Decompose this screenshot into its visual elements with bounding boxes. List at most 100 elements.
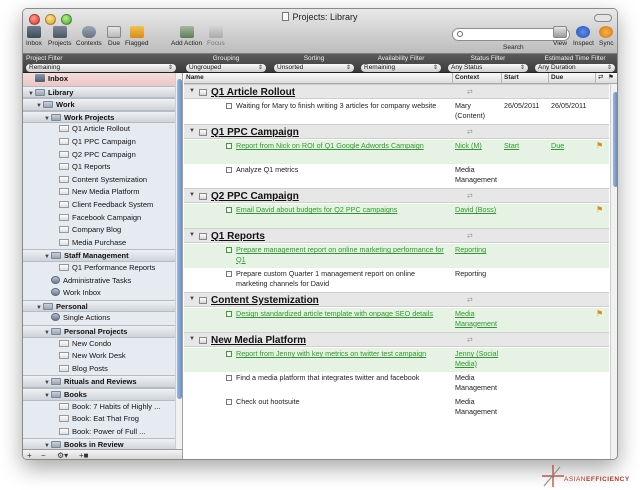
action-name[interactable]: Report from Nick on ROI of Q1 Google Adw… xyxy=(236,141,446,151)
action-context[interactable]: Reporting xyxy=(455,269,499,279)
status-filter[interactable]: Status Filter Any Status xyxy=(448,55,528,72)
action-start-date[interactable]: Start xyxy=(504,141,548,151)
status-select[interactable]: Any Status xyxy=(448,64,528,72)
sorting-select[interactable]: Unsorted xyxy=(274,64,354,72)
projects-toolbar-button[interactable]: Projects xyxy=(48,26,71,47)
action-context[interactable]: Nick (M) xyxy=(455,141,499,151)
add-folder-button[interactable]: +■ xyxy=(79,450,89,459)
action-checkbox[interactable] xyxy=(226,271,232,277)
sidebar-item-blog-posts[interactable]: Blog Posts xyxy=(23,363,175,376)
drag-handle-icon[interactable]: ⇄ xyxy=(467,192,473,200)
sidebar-item-q2-ppc-campaign[interactable]: Q2 PPC Campaign xyxy=(23,149,175,162)
sidebar-item-rituals-and-reviews[interactable]: ▼ Rituals and Reviews xyxy=(23,375,175,388)
action-checkbox[interactable] xyxy=(226,351,232,357)
sidebar-item-personal-projects[interactable]: ▼ Personal Projects xyxy=(23,325,175,338)
action-row[interactable]: Email David about budgets for Q2 PPC cam… xyxy=(184,204,609,228)
project-row[interactable]: ▼ Q1 PPC Campaign ⇄ xyxy=(184,124,609,139)
action-name[interactable]: Prepare custom Quarter 1 management repo… xyxy=(236,269,446,288)
remove-item-button[interactable]: − xyxy=(41,450,46,459)
action-checkbox[interactable] xyxy=(226,103,232,109)
drag-handle-icon[interactable]: ⇄ xyxy=(467,128,473,136)
project-title[interactable]: New Media Platform xyxy=(211,333,306,348)
sidebar-item-books[interactable]: ▼ Books xyxy=(23,388,175,401)
action-row[interactable]: Report from Nick on ROI of Q1 Google Adw… xyxy=(184,140,609,164)
drag-handle-icon[interactable]: ⇄ xyxy=(467,296,473,304)
sidebar-scroll-thumb[interactable] xyxy=(177,79,182,399)
grouping-filter[interactable]: Grouping Ungrouped xyxy=(186,55,266,72)
time-filter[interactable]: Estimated Time Filter Any Duration xyxy=(535,55,615,72)
action-due-date[interactable]: Due xyxy=(551,141,595,151)
grouping-select[interactable]: Ungrouped xyxy=(186,64,266,72)
drag-handle-icon[interactable]: ⇄ xyxy=(467,336,473,344)
action-row[interactable]: Find a media platform that integrates tw… xyxy=(184,372,609,396)
project-title[interactable]: Q1 PPC Campaign xyxy=(211,125,299,140)
action-start-date[interactable]: 26/05/2011 xyxy=(504,101,548,111)
time-select[interactable]: Any Duration xyxy=(535,64,615,72)
sidebar-item-new-condo[interactable]: New Condo xyxy=(23,338,175,351)
project-filter-select[interactable]: Remaining xyxy=(26,64,176,72)
outline-scroll-thumb[interactable] xyxy=(613,92,617,187)
action-row[interactable]: Check out hootsuite Media Management xyxy=(184,396,609,420)
action-row[interactable]: Design standardized article template wit… xyxy=(184,308,609,332)
sidebar-item-work-inbox[interactable]: Work Inbox xyxy=(23,287,175,300)
toolbar-toggle-button[interactable] xyxy=(594,14,612,22)
action-context[interactable]: Media Management xyxy=(455,309,499,328)
action-checkbox[interactable] xyxy=(226,207,232,213)
action-context[interactable]: Media Management xyxy=(455,397,499,416)
action-context[interactable]: Mary (Content) xyxy=(455,101,499,120)
add-item-button[interactable]: + xyxy=(27,450,32,459)
column-name[interactable]: Name xyxy=(186,73,204,83)
drag-handle-icon[interactable]: ⇄ xyxy=(467,88,473,96)
action-row[interactable]: Waiting for Mary to finish writing 3 art… xyxy=(184,100,609,124)
due-toolbar-button[interactable]: Due xyxy=(107,26,121,47)
sync-toolbar-button[interactable]: Sync xyxy=(599,26,613,47)
sidebar-item-library[interactable]: ▼ Library xyxy=(23,85,175,99)
sidebar-scrollbar[interactable] xyxy=(175,73,182,459)
sidebar-item-q1-reports[interactable]: Q1 Reports xyxy=(23,161,175,174)
action-name[interactable]: Email David about budgets for Q2 PPC cam… xyxy=(236,205,446,215)
project-filter[interactable]: Project Filter Remaining xyxy=(26,55,176,72)
column-context[interactable]: Context xyxy=(455,73,479,83)
column-start[interactable]: Start xyxy=(504,73,519,83)
flag-column-icon[interactable]: ⚑ xyxy=(608,73,614,83)
sidebar-item-book-7-habits-of-highly[interactable]: Book: 7 Habits of Highly ... xyxy=(23,401,175,414)
project-row[interactable]: ▼ Q2 PPC Campaign ⇄ xyxy=(184,188,609,203)
sorting-filter[interactable]: Sorting Unsorted xyxy=(274,55,354,72)
action-name[interactable]: Find a media platform that integrates tw… xyxy=(236,373,446,383)
project-title[interactable]: Q1 Article Rollout xyxy=(211,85,295,100)
project-row[interactable]: ▼ Q1 Reports ⇄ xyxy=(184,228,609,243)
action-context[interactable]: Jenny (Social Media) xyxy=(455,349,499,368)
action-context[interactable]: Reporting xyxy=(455,245,499,255)
action-name[interactable]: Report from Jenny with key metrics on tw… xyxy=(236,349,446,359)
action-name[interactable]: Prepare management report on online mark… xyxy=(236,245,446,264)
gear-menu-button[interactable]: ⚙▾ xyxy=(57,450,68,459)
add-action-button[interactable]: Add Action xyxy=(171,26,202,47)
action-checkbox[interactable] xyxy=(226,167,232,173)
drag-handle-icon[interactable]: ⇄ xyxy=(467,232,473,240)
sidebar-item-company-blog[interactable]: Company Blog xyxy=(23,224,175,237)
sidebar-item-content-systemization[interactable]: Content Systemization xyxy=(23,174,175,187)
disclosure-triangle-icon[interactable]: ▼ xyxy=(189,336,195,342)
sidebar-item-single-actions[interactable]: Single Actions xyxy=(23,312,175,325)
availability-filter[interactable]: Availability Filter Remaining xyxy=(361,55,441,72)
inspect-toolbar-button[interactable]: Inspect xyxy=(573,26,594,47)
sidebar-item-q1-performance-reports[interactable]: Q1 Performance Reports xyxy=(23,262,175,275)
project-title[interactable]: Q2 PPC Campaign xyxy=(211,189,299,204)
flag-icon[interactable]: ⚑ xyxy=(596,309,603,319)
sidebar-item-new-work-desk[interactable]: New Work Desk xyxy=(23,350,175,363)
focus-button[interactable]: Focus xyxy=(207,26,225,47)
action-row[interactable]: Analyze Q1 metrics Media Management xyxy=(184,164,609,188)
action-row[interactable]: Prepare management report on online mark… xyxy=(184,244,609,268)
disclosure-triangle-icon[interactable]: ▼ xyxy=(189,192,195,198)
sidebar-item-administrative-tasks[interactable]: Administrative Tasks xyxy=(23,275,175,288)
sidebar-item-inbox[interactable]: Inbox xyxy=(23,73,175,86)
flag-icon[interactable]: ⚑ xyxy=(596,205,603,215)
project-row[interactable]: ▼ New Media Platform ⇄ xyxy=(184,332,609,347)
action-checkbox[interactable] xyxy=(226,143,232,149)
disclosure-triangle-icon[interactable]: ▼ xyxy=(189,88,195,94)
action-checkbox[interactable] xyxy=(226,399,232,405)
inbox-toolbar-button[interactable]: Inbox xyxy=(26,26,42,47)
availability-select[interactable]: Remaining xyxy=(361,64,441,72)
sidebar-item-media-purchase[interactable]: Media Purchase xyxy=(23,237,175,250)
project-title[interactable]: Content Systemization xyxy=(211,293,319,308)
